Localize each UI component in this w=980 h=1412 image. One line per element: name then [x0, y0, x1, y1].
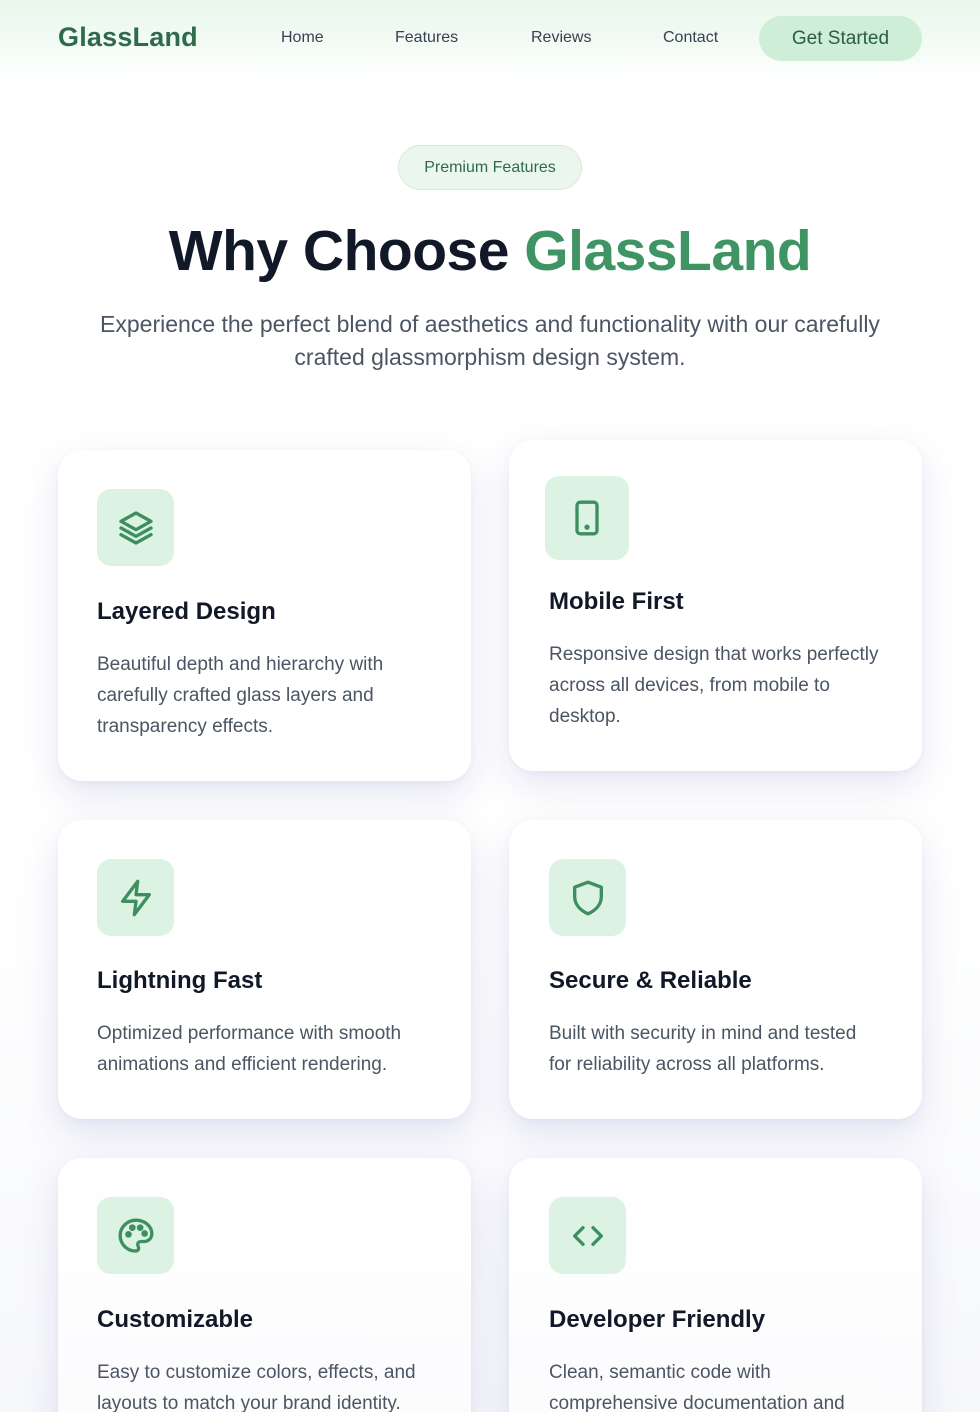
feature-card-secure-reliable: Secure & Reliable Built with security in… [509, 820, 922, 1119]
feature-card-developer-friendly: Developer Friendly Clean, semantic code … [509, 1158, 922, 1412]
get-started-button[interactable]: Get Started [759, 16, 922, 61]
feature-icon-box [549, 1197, 626, 1274]
feature-title: Customizable [97, 1306, 254, 1333]
lightning-icon [120, 879, 151, 916]
page: GlassLand Home Features Reviews Contact … [0, 0, 980, 1412]
nav-link-reviews[interactable]: Reviews [531, 29, 591, 47]
mobile-icon [575, 500, 599, 536]
feature-title: Developer Friendly [549, 1306, 766, 1333]
feature-icon-box [545, 476, 629, 560]
feature-description: Optimized performance with smooth animat… [97, 1023, 402, 1075]
headline-accent: GlassLand [524, 219, 812, 283]
feature-icon-box [549, 859, 626, 936]
feature-icon-box [97, 859, 174, 936]
feature-card-customizable: Customizable Easy to customize colors, e… [58, 1158, 471, 1412]
page-title: Why Choose GlassLand [0, 218, 980, 284]
headline-text: Why Choose [168, 219, 525, 283]
feature-icon-box [97, 1197, 174, 1274]
feature-title: Layered Design [97, 598, 276, 625]
feature-description: Clean, semantic code with comprehensive … [549, 1362, 845, 1412]
feature-card-layered-design: Layered Design Beautiful depth and hiera… [58, 450, 471, 781]
nav-link-features[interactable]: Features [395, 29, 458, 47]
feature-card-mobile-first: Mobile First Responsive design that work… [509, 440, 922, 771]
feature-description: Built with security in mind and tested f… [549, 1023, 857, 1075]
feature-card-lightning-fast: Lightning Fast Optimized performance wit… [58, 820, 471, 1119]
top-nav: GlassLand Home Features Reviews Contact … [0, 0, 980, 80]
feature-description: Responsive design that works perfectly a… [549, 644, 879, 727]
page-subtitle: Experience the perfect blend of aestheti… [100, 311, 880, 370]
brand-logo[interactable]: GlassLand [58, 22, 198, 53]
feature-description: Beautiful depth and hierarchy with caref… [97, 654, 384, 737]
palette-icon [118, 1218, 153, 1253]
nav-link-home[interactable]: Home [281, 29, 324, 47]
code-icon [572, 1225, 603, 1246]
nav-link-contact[interactable]: Contact [663, 29, 718, 47]
layers-icon [118, 510, 153, 545]
premium-features-badge: Premium Features [398, 145, 582, 190]
feature-title: Lightning Fast [97, 967, 263, 994]
shield-icon [572, 880, 603, 915]
feature-title: Secure & Reliable [549, 967, 752, 994]
feature-title: Mobile First [549, 588, 684, 615]
feature-description: Easy to customize colors, effects, and l… [97, 1362, 416, 1412]
feature-icon-box [97, 489, 174, 566]
